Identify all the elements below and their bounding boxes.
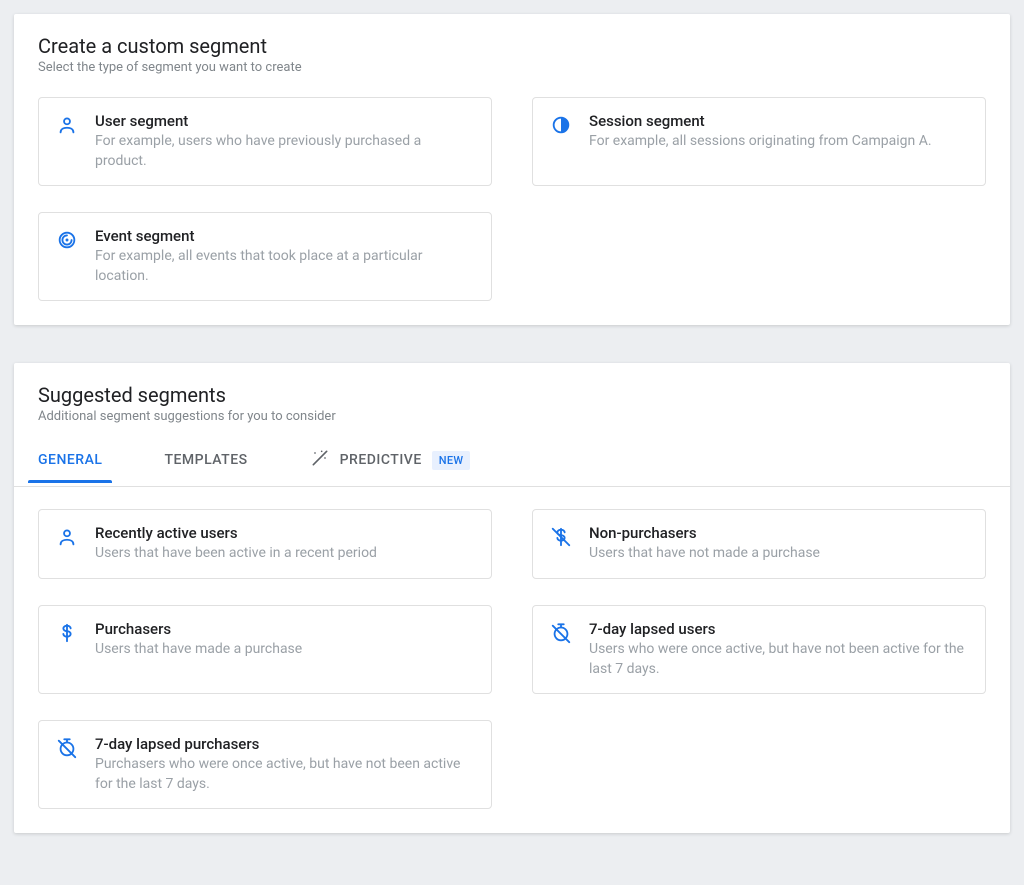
non-purchasers-card[interactable]: Non-purchasers Users that have not made … [532, 509, 986, 579]
event-icon [55, 228, 79, 252]
seven-day-lapsed-purchasers-card[interactable]: 7-day lapsed purchasers Purchasers who w… [38, 720, 492, 809]
tabs: GENERAL TEMPLATES PREDICTIVE NEW [14, 436, 1010, 487]
suggested-segments-panel: Suggested segments Additional segment su… [14, 363, 1010, 833]
tab-templates[interactable]: TEMPLATES [154, 440, 257, 482]
user-icon [55, 525, 79, 549]
card-description: Users that have been active in a recent … [95, 544, 475, 564]
card-description: For example, all events that took place … [95, 247, 475, 286]
no-purchase-icon [549, 525, 573, 549]
card-description: For example, all sessions originating fr… [589, 132, 969, 152]
panel-header: Suggested segments Additional segment su… [14, 363, 1010, 424]
tab-label: PREDICTIVE [340, 452, 422, 468]
panel-subtitle: Select the type of segment you want to c… [38, 60, 986, 75]
event-segment-card[interactable]: Event segment For example, all events th… [38, 212, 492, 301]
custom-card-grid: User segment For example, users who have… [14, 75, 1010, 325]
card-description: Users who were once active, but have not… [589, 640, 969, 679]
lapsed-icon [549, 621, 573, 645]
card-description: Purchasers who were once active, but hav… [95, 755, 475, 794]
card-title: Session segment [589, 112, 969, 130]
dollar-icon [55, 621, 79, 645]
card-description: Users that have not made a purchase [589, 544, 969, 564]
recently-active-users-card[interactable]: Recently active users Users that have be… [38, 509, 492, 579]
panel-header: Create a custom segment Select the type … [14, 14, 1010, 75]
card-description: For example, users who have previously p… [95, 132, 475, 171]
card-title: User segment [95, 112, 475, 130]
seven-day-lapsed-users-card[interactable]: 7-day lapsed users Users who were once a… [532, 605, 986, 694]
tab-general[interactable]: GENERAL [28, 440, 112, 482]
tab-label: GENERAL [38, 452, 102, 468]
session-segment-card[interactable]: Session segment For example, all session… [532, 97, 986, 186]
suggested-card-grid: Recently active users Users that have be… [14, 487, 1010, 833]
card-title: Purchasers [95, 620, 475, 638]
tab-predictive[interactable]: PREDICTIVE NEW [300, 436, 481, 486]
session-icon [549, 113, 573, 137]
new-badge: NEW [432, 451, 471, 470]
panel-title: Create a custom segment [38, 34, 986, 58]
lapsed-icon [55, 736, 79, 760]
card-title: 7-day lapsed users [589, 620, 969, 638]
purchasers-card[interactable]: Purchasers Users that have made a purcha… [38, 605, 492, 694]
custom-segment-panel: Create a custom segment Select the type … [14, 14, 1010, 325]
card-title: 7-day lapsed purchasers [95, 735, 475, 753]
tab-label: TEMPLATES [164, 452, 247, 468]
wand-icon [310, 448, 330, 472]
card-title: Non-purchasers [589, 524, 969, 542]
panel-subtitle: Additional segment suggestions for you t… [38, 409, 986, 424]
card-description: Users that have made a purchase [95, 640, 475, 660]
card-title: Event segment [95, 227, 475, 245]
user-segment-card[interactable]: User segment For example, users who have… [38, 97, 492, 186]
panel-title: Suggested segments [38, 383, 986, 407]
card-title: Recently active users [95, 524, 475, 542]
user-icon [55, 113, 79, 137]
